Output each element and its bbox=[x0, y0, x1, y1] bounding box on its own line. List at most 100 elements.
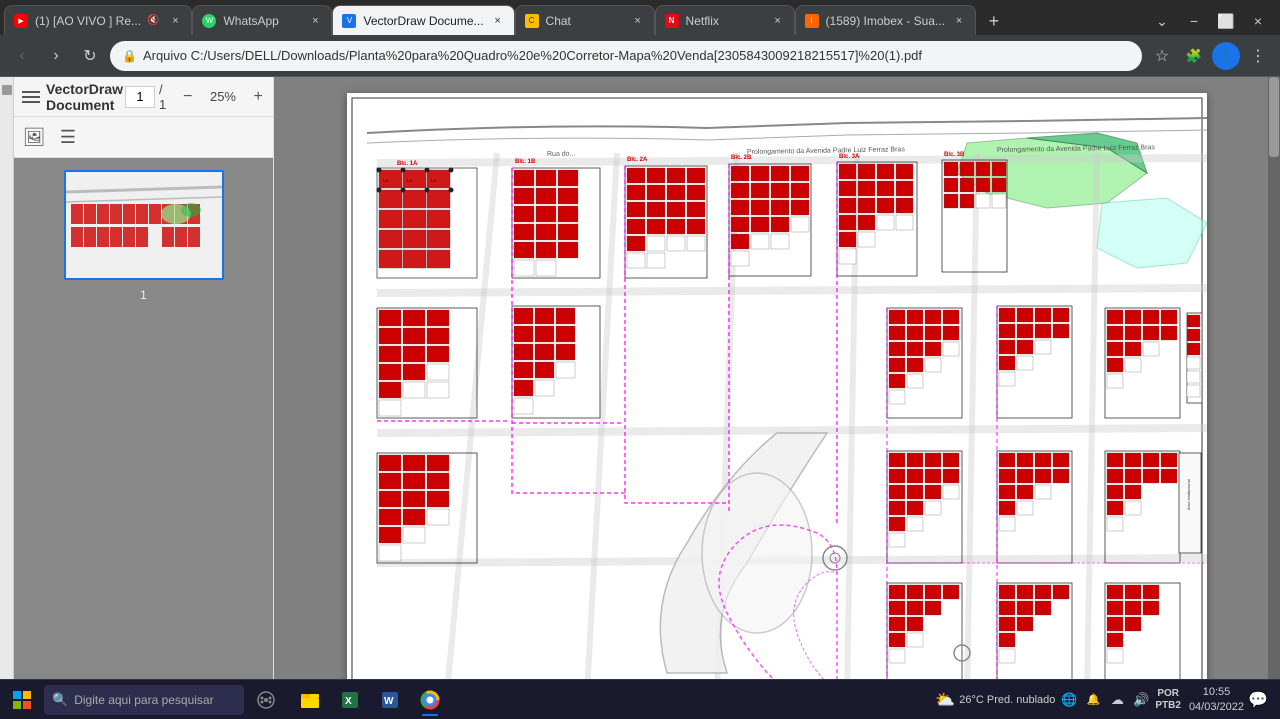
new-tab-button[interactable]: + bbox=[980, 7, 1008, 35]
address-bar-row: ‹ › ↻ 🔒 Arquivo C:/Users/DELL/Downloads/… bbox=[0, 35, 1280, 77]
notifications-icon[interactable]: 🔔 bbox=[1083, 690, 1103, 710]
tab-chat-close[interactable]: × bbox=[630, 13, 646, 29]
vd-left-panel: VectorDraw Document / 1 − 25% + ⛶ ↺ ⬇ 🖨 … bbox=[14, 77, 274, 719]
url-text: Arquivo C:/Users/DELL/Downloads/Planta%2… bbox=[143, 48, 1130, 63]
task-view-button[interactable] bbox=[248, 682, 284, 718]
vd-tool-icons: 🖼 ☰ bbox=[14, 117, 273, 158]
pdf-viewer[interactable]: Lot Lot Lot Área Institucional bbox=[274, 77, 1280, 719]
chrome-icon bbox=[419, 689, 441, 711]
tab-imobex-title: (1589) Imobex - Sua... bbox=[826, 14, 945, 28]
tab-netflix-close[interactable]: × bbox=[770, 13, 786, 29]
system-clock[interactable]: 10:55 04/03/2022 bbox=[1189, 685, 1244, 714]
tab-vectordraw[interactable]: V VectorDraw Docume... × bbox=[332, 5, 514, 35]
svg-text:Blc. 1B: Blc. 1B bbox=[515, 159, 536, 165]
browser-menu-button[interactable]: ⋮ bbox=[1244, 42, 1272, 70]
browser-window: (1) [AO VIVO ] Re... 🔇 × W WhatsApp × V … bbox=[0, 0, 1280, 719]
svg-text:Blc. 3A: Blc. 3A bbox=[839, 154, 860, 160]
vd-favicon: V bbox=[341, 13, 357, 29]
start-button[interactable] bbox=[4, 682, 40, 718]
clock-date: 04/03/2022 bbox=[1189, 700, 1244, 714]
tab-imobex[interactable]: I (1589) Imobex - Sua... × bbox=[795, 5, 976, 35]
svg-text:Área Institucional: Área Institucional bbox=[1186, 479, 1191, 510]
maximize-button[interactable]: ⬜ bbox=[1212, 7, 1240, 35]
vd-sidebar-icons bbox=[0, 77, 14, 719]
volume-icon[interactable]: 🔊 bbox=[1131, 690, 1151, 710]
taskbar-file-explorer[interactable] bbox=[292, 682, 328, 718]
hamburger-menu[interactable] bbox=[22, 87, 40, 107]
taskbar-apps: X W bbox=[292, 682, 448, 718]
lang-line2: PTB2 bbox=[1155, 700, 1181, 712]
tab-chat-title: Chat bbox=[546, 14, 624, 28]
tab-netflix-title: Netflix bbox=[686, 14, 764, 28]
svg-text:Lot: Lot bbox=[407, 178, 413, 183]
thumbnail-content bbox=[66, 172, 222, 278]
sidebar-icon-pages[interactable] bbox=[2, 85, 12, 95]
svg-text:Lot: Lot bbox=[431, 178, 437, 183]
forward-button[interactable]: › bbox=[42, 42, 70, 70]
tab-chat[interactable]: C Chat × bbox=[515, 5, 655, 35]
taskbar-excel[interactable]: X bbox=[332, 682, 368, 718]
weather-temperature: 26°C Pred. nublado bbox=[959, 694, 1055, 706]
svg-text:Blc. 2A: Blc. 2A bbox=[627, 157, 648, 163]
svg-text:Lot: Lot bbox=[383, 178, 389, 183]
tab-bar: (1) [AO VIVO ] Re... 🔇 × W WhatsApp × V … bbox=[0, 0, 1280, 35]
page-number-input[interactable] bbox=[125, 86, 155, 108]
file-explorer-icon bbox=[299, 689, 321, 711]
taskbar-search-text: Digite aqui para pesquisar bbox=[74, 693, 213, 707]
extension-button[interactable]: 🧩 bbox=[1180, 42, 1208, 70]
tab-whatsapp-title: WhatsApp bbox=[223, 14, 301, 28]
profile-button[interactable]: 👤 bbox=[1212, 42, 1240, 70]
list-tool-button[interactable]: ☰ bbox=[52, 121, 84, 153]
word-icon: W bbox=[379, 689, 401, 711]
whatsapp-favicon: W bbox=[201, 13, 217, 29]
back-button[interactable]: ‹ bbox=[8, 42, 36, 70]
tab-netflix[interactable]: N Netflix × bbox=[655, 5, 795, 35]
tab-vd-close[interactable]: × bbox=[490, 13, 506, 29]
taskbar-chrome[interactable] bbox=[412, 682, 448, 718]
excel-icon: X bbox=[339, 689, 361, 711]
tab-whatsapp[interactable]: W WhatsApp × bbox=[192, 5, 332, 35]
refresh-button[interactable]: ↻ bbox=[76, 42, 104, 70]
tab-youtube-close[interactable]: × bbox=[167, 13, 183, 29]
svg-text:Blc. 2B: Blc. 2B bbox=[731, 155, 752, 161]
imobex-favicon: I bbox=[804, 13, 820, 29]
weather-icon: ⛅ bbox=[935, 690, 955, 710]
taskbar-search[interactable]: 🔍 Digite aqui para pesquisar bbox=[44, 685, 244, 715]
zoom-in-button[interactable]: + bbox=[247, 85, 269, 109]
zoom-out-button[interactable]: − bbox=[177, 85, 199, 109]
weather-widget[interactable]: ⛅ 26°C Pred. nublado bbox=[935, 690, 1055, 710]
tab-bar-actions: ⌄ − ⬜ × bbox=[1148, 7, 1276, 35]
profile-avatar[interactable]: 👤 bbox=[1212, 42, 1240, 70]
page-separator: / 1 bbox=[159, 82, 173, 112]
chat-favicon: C bbox=[524, 13, 540, 29]
svg-text:X: X bbox=[345, 696, 352, 707]
bookmark-button[interactable]: ☆ bbox=[1148, 42, 1176, 70]
vd-top-left: VectorDraw Document bbox=[22, 81, 125, 113]
tab-list-button[interactable]: ⌄ bbox=[1148, 7, 1176, 35]
tab-vd-title: VectorDraw Docume... bbox=[363, 14, 483, 28]
taskbar-word[interactable]: W bbox=[372, 682, 408, 718]
taskbar-system-tray: ⛅ 26°C Pred. nublado 🌐 🔔 ☁ 🔊 POR PTB2 10… bbox=[935, 685, 1276, 714]
zoom-level-display: 25% bbox=[203, 89, 243, 104]
minimize-button[interactable]: − bbox=[1180, 7, 1208, 35]
image-tool-button[interactable]: 🖼 bbox=[18, 121, 50, 153]
pdf-scrollbar-thumb[interactable] bbox=[1269, 77, 1279, 157]
lock-icon: 🔒 bbox=[122, 49, 137, 63]
windows-taskbar: 🔍 Digite aqui para pesquisar bbox=[0, 679, 1280, 719]
vd-thumbnail-area[interactable]: 1 bbox=[14, 158, 273, 719]
svg-text:Blc. 3B: Blc. 3B bbox=[944, 152, 965, 158]
tab-whatsapp-close[interactable]: × bbox=[307, 13, 323, 29]
close-window-button[interactable]: × bbox=[1244, 7, 1272, 35]
clock-time: 10:55 bbox=[1203, 685, 1231, 699]
language-indicator[interactable]: POR PTB2 bbox=[1155, 688, 1181, 712]
pdf-page: Lot Lot Lot Área Institucional bbox=[347, 93, 1207, 693]
pdf-scrollbar-track[interactable] bbox=[1268, 77, 1280, 679]
task-view-icon bbox=[256, 690, 276, 710]
tab-youtube[interactable]: (1) [AO VIVO ] Re... 🔇 × bbox=[4, 5, 192, 35]
network-icon[interactable]: 🌐 bbox=[1059, 690, 1079, 710]
onedrive-icon[interactable]: ☁ bbox=[1107, 690, 1127, 710]
tab-imobex-close[interactable]: × bbox=[951, 13, 967, 29]
action-center-button[interactable]: 💬 bbox=[1248, 690, 1268, 710]
address-bar[interactable]: 🔒 Arquivo C:/Users/DELL/Downloads/Planta… bbox=[110, 41, 1142, 71]
page-thumbnail-1[interactable] bbox=[64, 170, 224, 280]
